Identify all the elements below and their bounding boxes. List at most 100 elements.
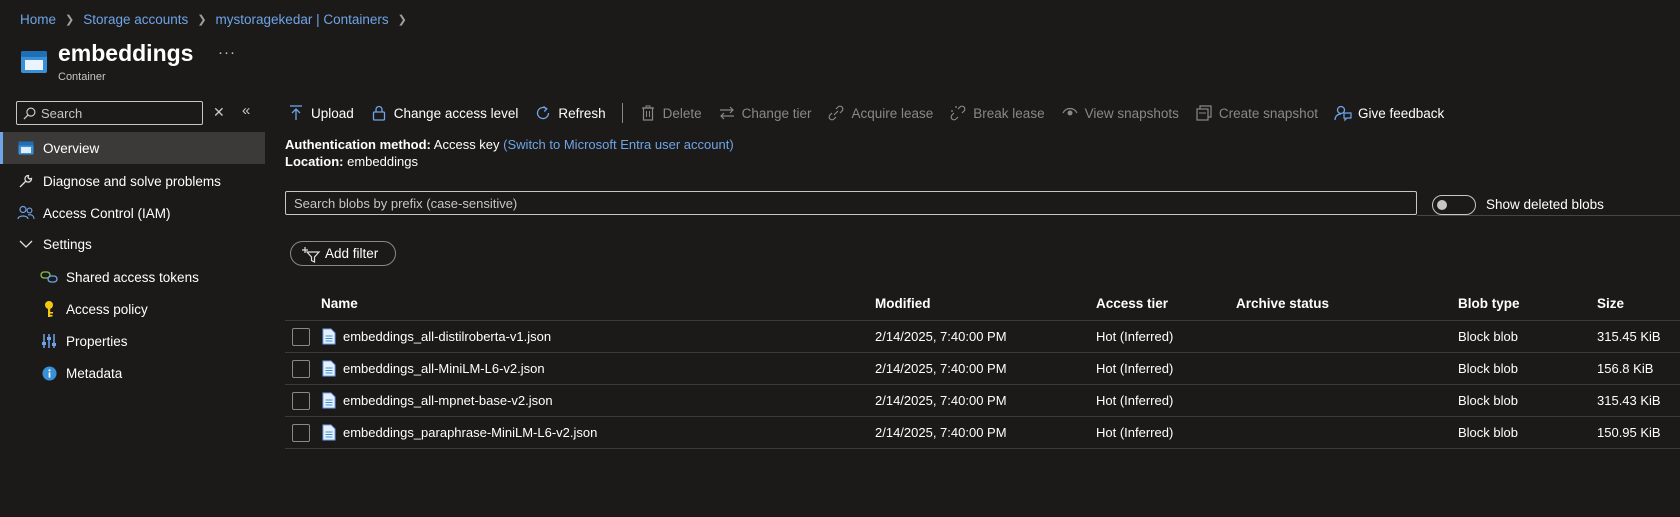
file-icon (322, 424, 336, 441)
blob-modified: 2/14/2025, 7:40:00 PM (875, 393, 1007, 408)
blob-modified: 2/14/2025, 7:40:00 PM (875, 425, 1007, 440)
delete-button[interactable]: Delete (639, 104, 702, 122)
breadcrumb-containers[interactable]: mystoragekedar | Containers (216, 12, 389, 27)
blob-modified: 2/14/2025, 7:40:00 PM (875, 329, 1007, 344)
blob-access-tier: Hot (Inferred) (1096, 361, 1174, 376)
link-icon (40, 268, 58, 286)
blob-search-input[interactable]: Search blobs by prefix (case-sensitive) (285, 191, 1417, 215)
search-icon (23, 107, 36, 120)
sidebar-item-label: Access policy (66, 301, 148, 317)
refresh-label: Refresh (558, 105, 606, 121)
table-row[interactable]: embeddings_all-distilroberta-v1.json 2/1… (285, 321, 1680, 353)
sidebar-item-overview[interactable]: Overview (0, 132, 265, 164)
show-deleted-label: Show deleted blobs (1486, 197, 1604, 212)
acquire-lease-label: Acquire lease (851, 105, 934, 121)
blob-access-tier: Hot (Inferred) (1096, 329, 1174, 344)
col-header-access-tier[interactable]: Access tier (1096, 296, 1168, 311)
location-value: embeddings (347, 154, 418, 169)
row-checkbox[interactable] (292, 360, 310, 378)
sidebar-item-label: Overview (43, 140, 100, 156)
blob-modified: 2/14/2025, 7:40:00 PM (875, 361, 1007, 376)
blob-size: 156.8 KiB (1597, 361, 1654, 376)
sliders-icon (40, 332, 58, 350)
add-filter-button[interactable]: Add filter (290, 241, 396, 266)
command-bar: Upload Change access level Refresh Delet… (287, 100, 1460, 126)
blob-type: Block blob (1458, 393, 1518, 408)
refresh-button[interactable]: Refresh (534, 104, 606, 122)
sidebar-search-placeholder: Search (41, 105, 83, 121)
add-filter-icon (302, 246, 321, 263)
col-header-blob-type[interactable]: Blob type (1458, 296, 1520, 311)
delete-label: Delete (662, 105, 702, 121)
blob-size: 315.43 KiB (1597, 393, 1661, 408)
sidebar-item-properties[interactable]: Properties (0, 325, 265, 357)
sidebar-item-label: Settings (43, 236, 92, 252)
change-tier-button[interactable]: Change tier (718, 104, 811, 122)
col-header-archive-status[interactable]: Archive status (1236, 296, 1329, 311)
lease-link-icon (827, 104, 845, 122)
blob-access-tier: Hot (Inferred) (1096, 393, 1174, 408)
page-subtitle: Container (58, 71, 106, 83)
refresh-icon (534, 104, 552, 122)
view-snapshots-label: View snapshots (1084, 105, 1179, 121)
sidebar-item-label: Diagnose and solve problems (43, 173, 221, 189)
sidebar-item-access-policy[interactable]: Access policy (0, 293, 265, 325)
create-snapshot-button[interactable]: Create snapshot (1195, 104, 1318, 122)
location-label: Location: (285, 154, 344, 169)
chevron-right-icon: ❯ (197, 14, 207, 26)
toggle-knob (1437, 200, 1447, 210)
breadcrumb-home[interactable]: Home (20, 12, 56, 27)
location-line: Location: embeddings (285, 154, 418, 169)
show-deleted-toggle[interactable] (1432, 195, 1476, 215)
chevron-right-icon: ❯ (397, 14, 407, 26)
sidebar-item-iam[interactable]: Access Control (IAM) (0, 197, 265, 229)
lock-icon (370, 104, 388, 122)
blob-size: 150.95 KiB (1597, 425, 1661, 440)
acquire-lease-button[interactable]: Acquire lease (827, 104, 933, 122)
upload-button[interactable]: Upload (287, 104, 354, 122)
sidebar-item-metadata[interactable]: Metadata (0, 357, 265, 389)
blob-name[interactable]: embeddings_all-distilroberta-v1.json (343, 329, 551, 344)
auth-method-value: Access key (433, 137, 500, 152)
row-checkbox[interactable] (292, 392, 310, 410)
blob-access-tier: Hot (Inferred) (1096, 425, 1174, 440)
blob-name[interactable]: embeddings_paraphrase-MiniLM-L6-v2.json (343, 425, 597, 440)
row-checkbox[interactable] (292, 424, 310, 442)
page-title: embeddings (58, 40, 194, 66)
give-feedback-button[interactable]: Give feedback (1334, 104, 1444, 122)
col-header-size[interactable]: Size (1597, 296, 1624, 311)
clear-filter-icon[interactable]: ✕ (213, 104, 225, 121)
breadcrumb-storage-accounts[interactable]: Storage accounts (83, 12, 188, 27)
blob-name[interactable]: embeddings_all-MiniLM-L6-v2.json (343, 361, 545, 376)
break-lease-button[interactable]: Break lease (949, 104, 1045, 122)
row-checkbox[interactable] (292, 328, 310, 346)
col-header-name[interactable]: Name (321, 296, 358, 311)
more-options-button[interactable]: ··· (218, 44, 236, 61)
upload-icon (287, 104, 305, 122)
table-row[interactable]: embeddings_paraphrase-MiniLM-L6-v2.json … (285, 417, 1680, 449)
table-row[interactable]: embeddings_all-mpnet-base-v2.json 2/14/2… (285, 385, 1680, 417)
col-header-modified[interactable]: Modified (875, 296, 931, 311)
wrench-icon (17, 172, 35, 190)
give-feedback-label: Give feedback (1357, 105, 1445, 121)
trash-icon (639, 104, 657, 122)
toolbar-divider (621, 103, 623, 123)
upload-label: Upload (311, 105, 354, 121)
key-icon (40, 300, 58, 318)
snapshot-icon (1195, 104, 1213, 122)
sidebar-search-input[interactable]: Search (16, 101, 203, 125)
view-snapshots-button[interactable]: View snapshots (1061, 104, 1179, 122)
auth-method-line: Authentication method: Access key (Switc… (285, 137, 734, 152)
sidebar-item-diagnose[interactable]: Diagnose and solve problems (0, 165, 265, 197)
chevron-down-icon (17, 235, 35, 253)
table-row[interactable]: embeddings_all-MiniLM-L6-v2.json 2/14/20… (285, 353, 1680, 385)
sidebar-group-settings[interactable]: Settings (0, 228, 265, 260)
divider (1417, 215, 1680, 216)
switch-auth-link[interactable]: (Switch to Microsoft Entra user account) (503, 137, 733, 152)
people-icon (17, 204, 35, 222)
change-access-level-button[interactable]: Change access level (370, 104, 518, 122)
blob-name[interactable]: embeddings_all-mpnet-base-v2.json (343, 393, 553, 408)
collapse-sidebar-icon[interactable]: « (242, 102, 250, 119)
sidebar-item-label: Properties (66, 333, 128, 349)
sidebar-item-shared-access-tokens[interactable]: Shared access tokens (0, 261, 265, 293)
